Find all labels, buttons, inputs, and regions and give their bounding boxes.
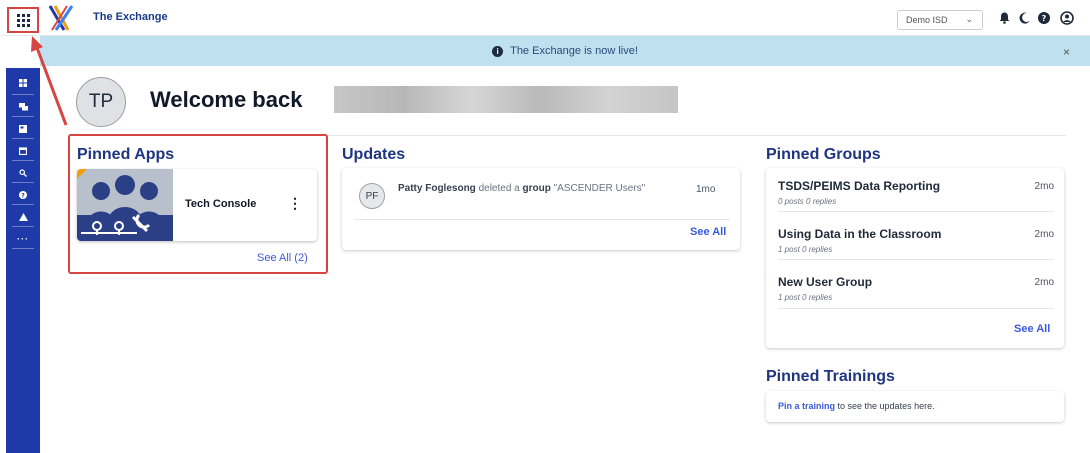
info-icon: i: [492, 45, 504, 57]
group-name[interactable]: Using Data in the Classroom: [778, 227, 941, 241]
district-select[interactable]: Demo ISD ⌄: [897, 10, 983, 30]
calendar-icon[interactable]: [6, 142, 40, 160]
group-timestamp: 2mo: [1034, 277, 1054, 288]
trainings-empty-text: to see the updates here.: [835, 401, 935, 411]
chevron-down-icon: ⌄: [965, 14, 973, 24]
welcome-heading: Welcome back: [150, 87, 303, 112]
banner-message: The Exchange is now live!: [510, 45, 638, 57]
moon-icon[interactable]: [1018, 11, 1032, 25]
list-item[interactable]: TSDS/PEIMS Data Reporting 0 posts 0 repl…: [778, 179, 1054, 225]
update-verb: deleted a: [475, 183, 523, 194]
update-object: group: [522, 183, 551, 194]
user-avatar[interactable]: TP: [76, 77, 126, 127]
divider: [354, 219, 730, 220]
district-value: Demo ISD: [906, 15, 948, 25]
pinned-groups-card: TSDS/PEIMS Data Reporting 0 posts 0 repl…: [766, 168, 1064, 348]
alert-icon[interactable]: [6, 208, 40, 226]
see-all-updates-link[interactable]: See All: [690, 226, 726, 238]
group-timestamp: 2mo: [1034, 181, 1054, 192]
update-target: "ASCENDER Users": [550, 183, 646, 194]
help-icon[interactable]: ?: [1037, 11, 1051, 25]
group-meta: 0 posts 0 replies: [778, 197, 837, 206]
announcement-banner: i The Exchange is now live! ×: [40, 36, 1090, 66]
app-launcher-button[interactable]: [7, 7, 39, 33]
redacted-user-name: [334, 86, 678, 113]
divider: [778, 308, 1054, 309]
list-item[interactable]: New User Group 1 post 0 replies 2mo: [778, 275, 1054, 321]
pinned-trainings-title: Pinned Trainings: [766, 368, 895, 385]
app-name[interactable]: Tech Console: [185, 198, 256, 210]
svg-text:?: ?: [21, 192, 25, 199]
updates-card: PF Patty Foglesong deleted a group "ASCE…: [342, 168, 740, 250]
group-name[interactable]: TSDS/PEIMS Data Reporting: [778, 179, 940, 193]
see-all-apps-link[interactable]: See All (2): [257, 252, 308, 264]
exchange-logo[interactable]: [46, 4, 76, 32]
updates-title: Updates: [342, 146, 406, 163]
documents-icon[interactable]: [6, 120, 40, 138]
pinned-corner-marker: [77, 169, 87, 179]
svg-text:?: ?: [1042, 14, 1047, 23]
close-icon[interactable]: ×: [1063, 45, 1070, 59]
group-name[interactable]: New User Group: [778, 275, 872, 289]
avatar[interactable]: PF: [359, 183, 385, 209]
group-meta: 1 post 0 replies: [778, 245, 833, 254]
help-icon[interactable]: ?: [6, 186, 40, 204]
update-actor[interactable]: Patty Foglesong: [398, 183, 476, 194]
update-text: Patty Foglesong deleted a group "ASCENDE…: [398, 182, 668, 195]
bell-icon[interactable]: [997, 11, 1011, 25]
tech-console-icon: [77, 169, 173, 241]
kebab-menu-icon[interactable]: ⋮: [288, 196, 302, 210]
pin-training-link[interactable]: Pin a training: [778, 401, 835, 411]
left-nav-rail: ? ···: [6, 68, 40, 453]
list-item[interactable]: Using Data in the Classroom 1 post 0 rep…: [778, 227, 1054, 273]
update-timestamp: 1mo: [696, 184, 716, 195]
pinned-groups-title: Pinned Groups: [766, 146, 881, 163]
group-timestamp: 2mo: [1034, 229, 1054, 240]
search-icon[interactable]: [6, 164, 40, 182]
messages-icon[interactable]: [6, 98, 40, 116]
pinned-trainings-card: Pin a training to see the updates here.: [766, 391, 1064, 422]
more-icon[interactable]: ···: [6, 230, 40, 248]
dashboard-icon[interactable]: [6, 74, 40, 92]
divider: [778, 259, 1054, 260]
grid-icon: [16, 13, 30, 27]
account-icon[interactable]: [1060, 11, 1074, 25]
app-title[interactable]: The Exchange: [93, 11, 168, 23]
group-meta: 1 post 0 replies: [778, 293, 833, 302]
divider: [778, 211, 1054, 212]
top-bar: The Exchange Demo ISD ⌄ ?: [0, 0, 1090, 36]
pinned-apps-title: Pinned Apps: [77, 146, 175, 163]
see-all-groups-link[interactable]: See All: [1014, 323, 1050, 335]
app-card-tech-console[interactable]: Tech Console ⋮: [77, 169, 317, 241]
